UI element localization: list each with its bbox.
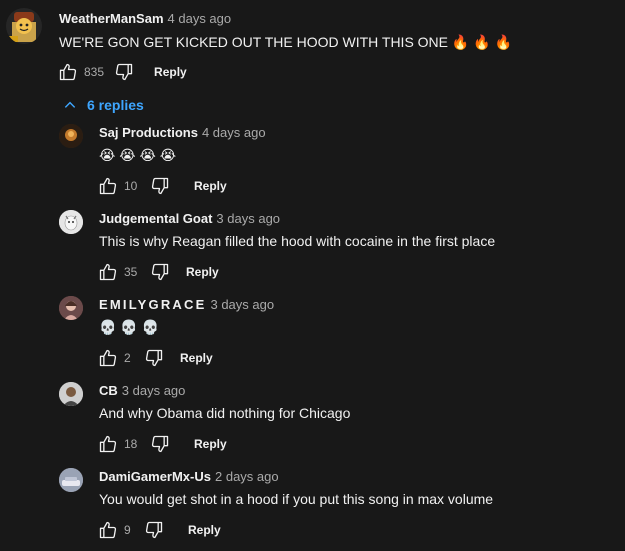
dislike-button[interactable] <box>112 60 136 84</box>
like-button[interactable] <box>96 518 120 542</box>
thumbs-down-icon <box>151 177 169 195</box>
user-avatar-icon <box>59 296 83 320</box>
thumbs-up-icon <box>99 349 117 367</box>
thumbs-down-icon <box>145 521 163 539</box>
like-button[interactable] <box>96 174 120 198</box>
chevron-up-icon <box>64 101 76 108</box>
goat-avatar-icon <box>59 210 83 234</box>
like-count: 835 <box>84 65 105 79</box>
reply-button[interactable]: Reply <box>194 179 227 193</box>
reply-timestamp[interactable]: 3 days ago <box>210 297 274 312</box>
dislike-button[interactable] <box>148 432 172 456</box>
thumbs-up-icon <box>99 263 117 281</box>
dislike-button[interactable] <box>142 518 166 542</box>
reply-text: You would get shot in a hood if you put … <box>99 491 494 507</box>
thumbs-up-icon <box>99 435 117 453</box>
dislike-button[interactable] <box>142 346 166 370</box>
like-count: 35 <box>124 265 138 279</box>
reply-timestamp[interactable]: 3 days ago <box>216 211 280 226</box>
like-count: 18 <box>124 437 138 451</box>
comment-actions: 835 Reply <box>56 60 187 84</box>
user-avatar-icon <box>59 382 83 406</box>
reply-text: 😭 😭 😭 😭 <box>99 147 177 163</box>
comment-author[interactable]: WeatherManSam <box>59 11 164 26</box>
like-count: 2 <box>124 351 131 365</box>
reply-button[interactable]: Reply <box>194 437 227 451</box>
avatar[interactable] <box>59 124 83 148</box>
like-count: 10 <box>124 179 138 193</box>
dislike-button[interactable] <box>148 260 172 284</box>
user-avatar-icon <box>59 468 83 492</box>
replies-toggle-button[interactable]: 6 replies <box>63 95 144 115</box>
reply-timestamp[interactable]: 3 days ago <box>122 383 186 398</box>
thumbs-up-icon <box>99 177 117 195</box>
reply-text: And why Obama did nothing for Chicago <box>99 405 351 421</box>
reply-actions: 35 Reply <box>96 260 219 284</box>
replies-count-label: 6 replies <box>87 97 144 113</box>
avatar[interactable] <box>59 296 83 320</box>
thumbs-down-icon <box>151 263 169 281</box>
like-button[interactable] <box>96 260 120 284</box>
avatar[interactable] <box>59 210 83 234</box>
reply-text: This is why Reagan filled the hood with … <box>99 233 496 249</box>
reply-actions: 10 Reply <box>96 174 227 198</box>
avatar[interactable] <box>59 468 83 492</box>
reply-actions: 2 Reply <box>96 346 213 370</box>
reply-author[interactable]: Judgemental Goat <box>99 211 212 226</box>
reply-actions: 9 Reply <box>96 518 221 542</box>
reply-text: 💀 💀 💀 <box>99 319 160 335</box>
reply-author[interactable]: EMILYGRACE <box>99 297 206 312</box>
reply-timestamp[interactable]: 2 days ago <box>215 469 279 484</box>
reply-button[interactable]: Reply <box>186 265 219 279</box>
thumbs-down-icon <box>151 435 169 453</box>
reply-author[interactable]: CB <box>99 383 118 398</box>
thumbs-up-icon <box>59 63 77 81</box>
reply-button[interactable]: Reply <box>154 65 187 79</box>
avatar[interactable] <box>6 8 42 44</box>
avatar[interactable] <box>59 382 83 406</box>
reply-author[interactable]: Saj Productions <box>99 125 198 140</box>
thumbs-up-icon <box>99 521 117 539</box>
reply-actions: 18 Reply <box>96 432 227 456</box>
reply-timestamp[interactable]: 4 days ago <box>202 125 266 140</box>
like-count: 9 <box>124 523 131 537</box>
thumbs-down-icon <box>115 63 133 81</box>
reply-button[interactable]: Reply <box>188 523 221 537</box>
comment-timestamp[interactable]: 4 days ago <box>168 11 232 26</box>
lego-figure-avatar-icon <box>8 12 36 42</box>
comment-text: WE'RE GON GET KICKED OUT THE HOOD WITH T… <box>59 34 512 50</box>
like-button[interactable] <box>56 60 80 84</box>
thumbs-down-icon <box>145 349 163 367</box>
like-button[interactable] <box>96 346 120 370</box>
reply-button[interactable]: Reply <box>180 351 213 365</box>
reply-author[interactable]: DamiGamerMx-Us <box>99 469 211 484</box>
like-button[interactable] <box>96 432 120 456</box>
dislike-button[interactable] <box>148 174 172 198</box>
user-avatar-icon <box>59 124 83 148</box>
